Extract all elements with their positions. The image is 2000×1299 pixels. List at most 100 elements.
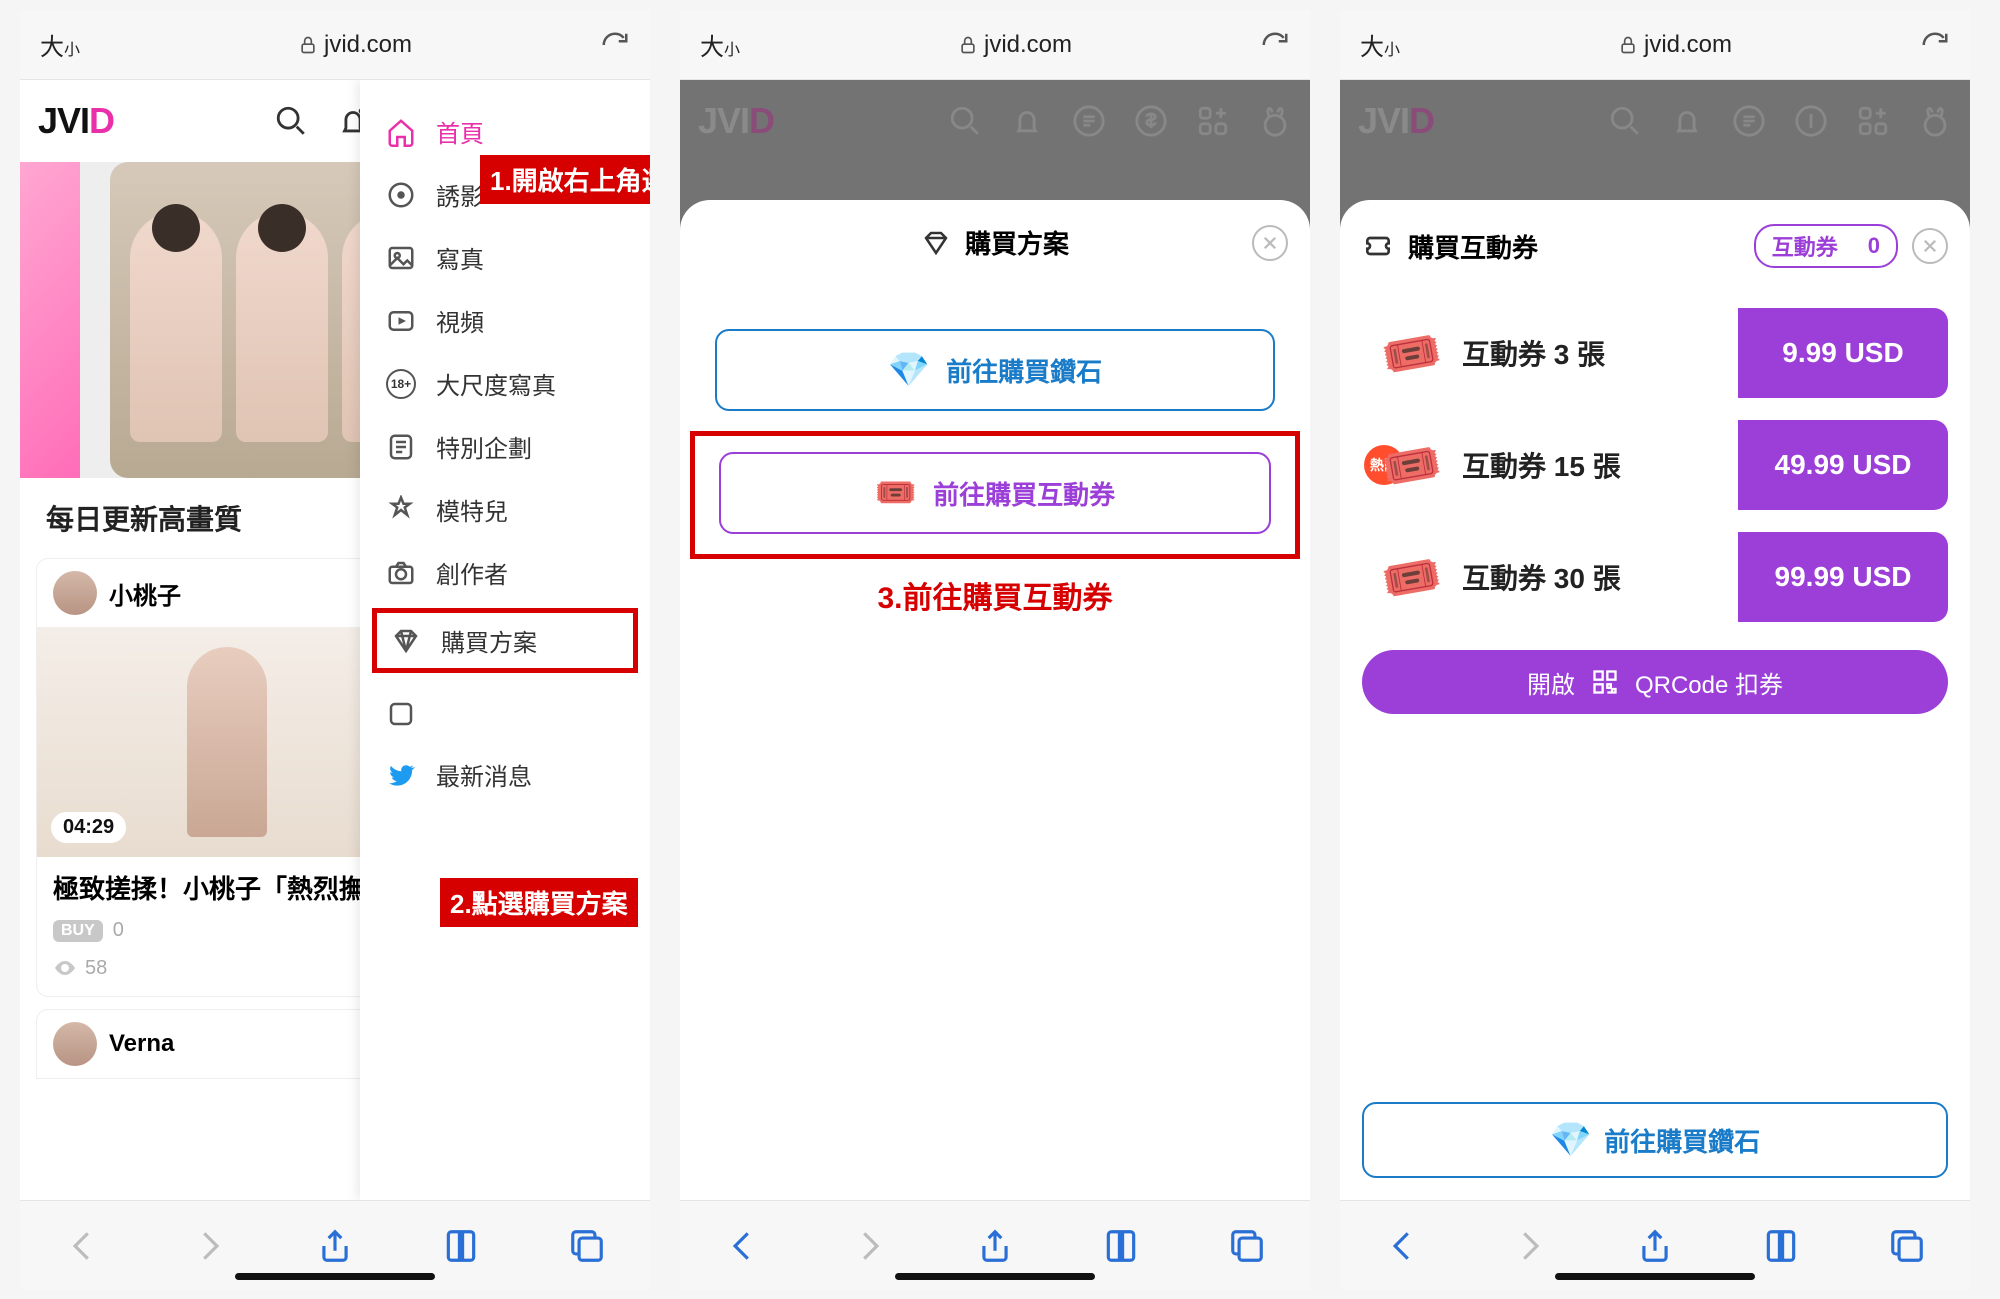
menu-label: 視頻 <box>436 303 484 338</box>
diamond-emoji-icon: 💎 <box>1550 1120 1592 1160</box>
reload-icon <box>1260 30 1290 60</box>
close-icon <box>1921 237 1939 255</box>
phone-screenshot-3: 大小 jvid.com JVID 購買互動券 互動 <box>1340 10 1970 1290</box>
close-button[interactable] <box>1912 228 1948 264</box>
ticket-balance-chip: 互動券 0 <box>1754 224 1898 268</box>
search-icon <box>948 104 982 138</box>
coin-icon <box>1794 104 1828 138</box>
safari-top-bar: 大小 jvid.com <box>1340 10 1970 80</box>
url-bar[interactable]: jvid.com <box>1440 31 1910 59</box>
menu-label: 模特兒 <box>436 492 508 527</box>
back-icon[interactable] <box>724 1227 762 1265</box>
reload-button[interactable] <box>1250 30 1290 60</box>
share-icon[interactable] <box>316 1227 354 1265</box>
plan-name: 互動券 15 張 <box>1462 445 1738 485</box>
text-size-control[interactable]: 大小 <box>700 27 780 62</box>
forward-icon[interactable] <box>1510 1227 1548 1265</box>
close-icon <box>1261 234 1279 252</box>
lock-icon <box>1618 35 1638 55</box>
menu-home[interactable]: 首頁 <box>360 100 650 163</box>
qrcode-icon <box>1591 668 1619 696</box>
sheet-header: 購買互動券 互動券 0 <box>1362 224 1948 286</box>
url-text: jvid.com <box>324 31 412 59</box>
sheet-header: 購買方案 <box>702 224 1288 279</box>
forward-icon[interactable] <box>190 1227 228 1265</box>
close-button[interactable] <box>1252 225 1288 261</box>
plan-name: 互動券 30 張 <box>1462 557 1738 597</box>
chip-count: 0 <box>1868 233 1880 259</box>
ticket-plan[interactable]: 🎟️ 互動券 30 張 99.99 USD <box>1362 532 1948 622</box>
search-icon <box>1608 104 1642 138</box>
home-indicator <box>895 1273 1095 1280</box>
goto-buy-diamond-button[interactable]: 💎 前往購買鑽石 <box>715 329 1275 411</box>
menu-label: 特別企劃 <box>436 429 532 464</box>
menu-model[interactable]: 模特兒 <box>360 478 650 541</box>
bookmarks-icon[interactable] <box>1762 1227 1800 1265</box>
safari-top-bar: 大小 jvid.com <box>20 10 650 80</box>
ticket-sheet: 購買互動券 互動券 0 🎟️ 互動券 3 張 9.99 USD 熱門 🎟️ <box>1340 200 1970 1200</box>
share-icon[interactable] <box>1636 1227 1674 1265</box>
user-name: 小桃子 <box>109 576 181 611</box>
tabs-icon[interactable] <box>1888 1227 1926 1265</box>
reload-button[interactable] <box>590 30 630 60</box>
ticket-plan[interactable]: 🎟️ 互動券 3 張 9.99 USD <box>1362 308 1948 398</box>
list-icon <box>1732 104 1766 138</box>
square-icon <box>386 699 416 729</box>
notification-icon <box>1670 104 1704 138</box>
menu-news[interactable]: 最新消息 <box>360 743 650 806</box>
home-indicator <box>235 1273 435 1280</box>
button-label: 前往購買鑽石 <box>1604 1122 1760 1159</box>
reload-icon <box>600 30 630 60</box>
menu-video[interactable]: 視頻 <box>360 289 650 352</box>
tabs-icon[interactable] <box>1228 1227 1266 1265</box>
bookmarks-icon[interactable] <box>1102 1227 1140 1265</box>
notification-icon <box>1010 104 1044 138</box>
annotation-2: 2.點選購買方案 <box>440 878 638 927</box>
plan-price: 9.99 USD <box>1738 308 1948 398</box>
menu-purchase[interactable]: 購買方案 <box>372 608 638 673</box>
back-icon[interactable] <box>64 1227 102 1265</box>
coin-icon <box>1134 104 1168 138</box>
reload-button[interactable] <box>1910 30 1950 60</box>
menu-label: 大尺度寫真 <box>436 366 556 401</box>
menu-photo[interactable]: 寫真 <box>360 226 650 289</box>
plan-price: 49.99 USD <box>1738 420 1948 510</box>
url-bar[interactable]: jvid.com <box>780 31 1250 59</box>
apps-menu-icon <box>1856 104 1890 138</box>
qr-redeem-button[interactable]: 開啟 QRCode 扣券 <box>1362 650 1948 714</box>
duration-badge: 04:29 <box>51 812 126 843</box>
star-person-icon <box>386 495 416 525</box>
menu-label: 創作者 <box>436 555 508 590</box>
button-label: 前往購買互動券 <box>933 475 1115 512</box>
goto-buy-ticket-button[interactable]: 🎟️ 前往購買互動券 <box>719 452 1271 534</box>
phone-screenshot-2: 大小 jvid.com JVID 購買方案 <box>680 10 1310 1290</box>
logo[interactable]: JVID <box>38 100 114 142</box>
url-text: jvid.com <box>1644 31 1732 59</box>
back-icon[interactable] <box>1384 1227 1422 1265</box>
goto-buy-diamond-button[interactable]: 💎 前往購買鑽石 <box>1362 1102 1948 1178</box>
qr-btn-suffix: QRCode 扣券 <box>1635 665 1783 700</box>
purchase-sheet: 購買方案 💎 前往購買鑽石 🎟️ 前往購買互動券 3.前往購買互動券 <box>680 200 1310 1200</box>
menu-creator[interactable]: 創作者 <box>360 541 650 604</box>
ticket-emoji-icon: 🎟️ <box>875 473 917 513</box>
url-bar[interactable]: jvid.com <box>120 31 590 59</box>
forward-icon[interactable] <box>850 1227 888 1265</box>
bookmarks-icon[interactable] <box>442 1227 480 1265</box>
text-size-control[interactable]: 大小 <box>1360 27 1440 62</box>
menu-special[interactable]: 特別企劃 <box>360 415 650 478</box>
eye-icon <box>53 956 77 980</box>
menu-label: 寫真 <box>436 240 484 275</box>
menu-label: 誘影 <box>436 177 484 212</box>
text-size-control[interactable]: 大小 <box>40 27 120 62</box>
app-content: JVID 點我購 每日更新高畫質 小桃子 04:29 <box>20 80 650 1200</box>
menu-adult[interactable]: 18+ 大尺度寫真 <box>360 352 650 415</box>
ticket-plan[interactable]: 熱門 🎟️ 互動券 15 張 49.99 USD <box>1362 420 1948 510</box>
share-icon[interactable] <box>976 1227 1014 1265</box>
tabs-icon[interactable] <box>568 1227 606 1265</box>
logo: JVID <box>698 100 774 142</box>
bunny-icon <box>1258 104 1292 138</box>
annotation-1: 1.開啟右上角選單 <box>480 155 650 204</box>
apps-menu-icon <box>1196 104 1230 138</box>
menu-hidden-item[interactable] <box>360 677 650 743</box>
search-icon[interactable] <box>274 104 308 138</box>
